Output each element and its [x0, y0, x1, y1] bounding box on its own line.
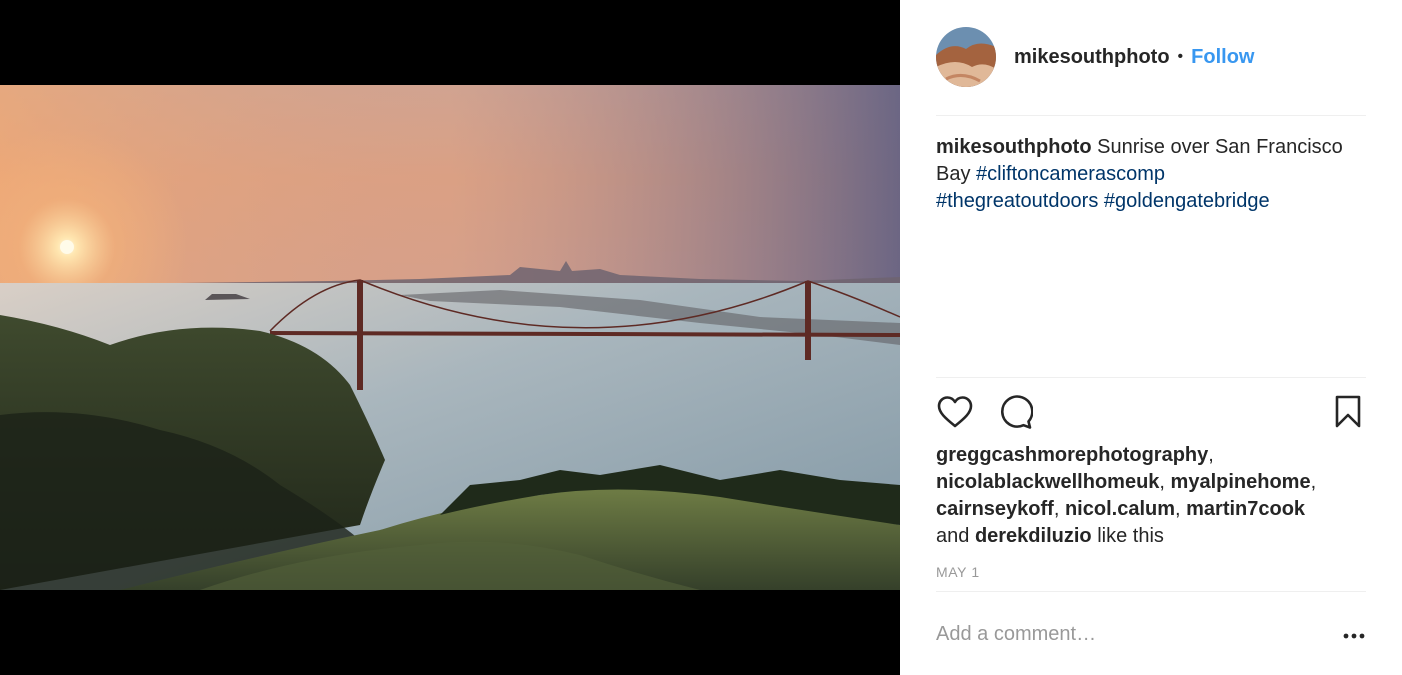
liker-username[interactable]: martin7cook — [1186, 498, 1305, 520]
post-media — [0, 0, 900, 675]
divider — [936, 115, 1366, 116]
caption-username[interactable]: mikesouthphoto — [936, 136, 1092, 158]
post-actions — [936, 393, 1366, 433]
liker-username[interactable]: nicolablackwellhomeuk — [936, 471, 1159, 493]
post-caption: mikesouthphoto Sunrise over San Francisc… — [936, 134, 1356, 215]
likes-summary: greggcashmorephotography, nicolablackwel… — [936, 444, 1317, 547]
bookmark-icon — [1335, 395, 1361, 428]
liker-username[interactable]: cairnseykoff — [936, 498, 1054, 520]
liker-username[interactable]: nicol.calum — [1065, 498, 1175, 520]
liker-username[interactable]: myalpinehome — [1171, 471, 1311, 493]
divider — [936, 377, 1366, 378]
like-button[interactable] — [936, 393, 974, 431]
comment-bubble-icon — [1001, 395, 1033, 429]
post-header: mikesouthphoto • Follow — [936, 27, 1366, 87]
author-username[interactable]: mikesouthphoto — [1014, 46, 1170, 69]
comment-input[interactable] — [936, 618, 1316, 650]
follow-button[interactable]: Follow — [1191, 46, 1254, 69]
likes-suffix: like this — [1097, 525, 1164, 547]
post-photo[interactable] — [0, 85, 900, 590]
more-options-icon — [1343, 633, 1365, 639]
separator-dot: • — [1177, 48, 1184, 65]
likes-and-text: and — [936, 525, 970, 547]
heart-icon — [937, 396, 973, 428]
avatar[interactable] — [936, 27, 996, 87]
hashtag-link[interactable]: #cliftoncamerascomp — [976, 163, 1165, 185]
avatar-image — [936, 27, 996, 87]
liker-username[interactable]: greggcashmorephotography — [936, 444, 1208, 466]
more-options-button[interactable] — [1342, 624, 1366, 648]
liker-username[interactable]: derekdiluzio — [975, 525, 1092, 547]
post-sidebar: mikesouthphoto • Follow mikesouthphoto S… — [900, 0, 1402, 675]
comment-button[interactable] — [996, 393, 1034, 431]
post-date[interactable]: MAY 1 — [936, 564, 980, 580]
hashtag-link[interactable]: #thegreatoutdoors — [936, 190, 1098, 212]
hashtag-link[interactable]: #goldengatebridge — [1104, 190, 1270, 212]
divider — [936, 591, 1366, 592]
save-button[interactable] — [1329, 393, 1367, 431]
